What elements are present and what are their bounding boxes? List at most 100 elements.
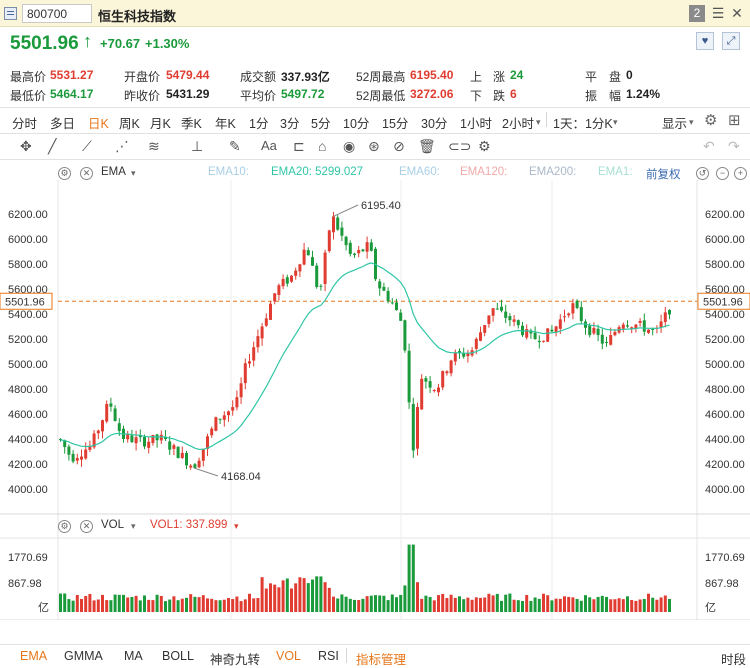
chevron-down-icon[interactable]: ▾ bbox=[131, 168, 136, 179]
plus-icon[interactable]: + bbox=[734, 167, 747, 180]
link-icon[interactable]: ⊛ bbox=[368, 138, 380, 155]
tab-ma[interactable]: MA bbox=[124, 649, 143, 663]
eye-icon[interactable]: ◉ bbox=[343, 138, 355, 155]
undo-icon[interactable]: ↶ bbox=[703, 138, 715, 155]
candle-body bbox=[491, 308, 495, 316]
vol-close-icon[interactable]: ✕ bbox=[80, 520, 93, 533]
brush-tool-icon[interactable]: ✎ bbox=[229, 138, 241, 155]
measure-tool-icon[interactable]: ⊥ bbox=[191, 138, 203, 155]
period-tab[interactable]: 1天：1分K bbox=[553, 113, 613, 132]
stat-value: 5464.17 bbox=[50, 87, 94, 101]
reset-icon[interactable]: ↺ bbox=[696, 167, 709, 180]
volume-bar bbox=[311, 579, 314, 612]
text-tool-icon[interactable]: Aa bbox=[261, 138, 277, 153]
symbol-input[interactable]: 800700 bbox=[22, 4, 92, 23]
chevron-down-icon[interactable]: ▾ bbox=[131, 521, 136, 532]
redo-icon[interactable]: ↷ bbox=[728, 138, 740, 155]
volume-bar bbox=[479, 597, 482, 612]
settings-icon[interactable]: ☰ bbox=[709, 4, 727, 22]
price-tick-right: 4800.00 bbox=[705, 384, 745, 396]
volume-bar bbox=[138, 600, 142, 612]
display-dropdown[interactable]: 显示 bbox=[662, 113, 687, 132]
price-tick-left: 5000.00 bbox=[8, 359, 48, 371]
chevron-down-icon[interactable]: ▾ bbox=[689, 117, 694, 128]
volume-bar bbox=[101, 594, 104, 612]
volume-bar bbox=[185, 597, 188, 612]
period-tab[interactable]: 5分 bbox=[311, 113, 330, 132]
volume-bar bbox=[424, 595, 428, 612]
tab-ema[interactable]: EMA bbox=[20, 649, 47, 663]
dropdown-icon[interactable]: ▾ bbox=[536, 117, 541, 128]
price-tick-right: 4600.00 bbox=[705, 409, 745, 421]
tab-gmma[interactable]: GMMA bbox=[64, 649, 103, 663]
compare-icon[interactable]: ⊂⊃ bbox=[448, 138, 471, 155]
period-tab-active[interactable]: 日K bbox=[88, 113, 109, 132]
minus-icon[interactable]: − bbox=[716, 167, 729, 180]
stat-value: 24 bbox=[510, 68, 524, 82]
candle-body bbox=[479, 332, 482, 341]
period-tab[interactable]: 10分 bbox=[343, 113, 369, 132]
fib-tool-icon[interactable]: ≋ bbox=[148, 138, 160, 155]
stat-value: 6195.40 bbox=[410, 68, 454, 82]
indicator-settings-icon[interactable]: ⚙ bbox=[58, 167, 71, 180]
period-tab[interactable]: 分时 bbox=[12, 113, 37, 132]
gear-icon[interactable]: ⚙ bbox=[704, 111, 717, 129]
dropdown-icon[interactable]: ▾ bbox=[234, 521, 239, 532]
period-tab[interactable]: 月K bbox=[150, 113, 171, 132]
candle-body bbox=[445, 371, 449, 374]
hide-icon[interactable]: ⊘ bbox=[393, 138, 405, 155]
volume-bar bbox=[500, 600, 503, 612]
settings-small-icon[interactable]: ⚙ bbox=[478, 138, 491, 155]
menu-icon[interactable] bbox=[4, 7, 17, 20]
tab-magic-nine[interactable]: 神奇九转 bbox=[210, 649, 260, 668]
indicator-manage-button[interactable]: 指标管理 bbox=[356, 649, 406, 668]
price-tick-right: 5800.00 bbox=[705, 259, 745, 271]
tab-boll[interactable]: BOLL bbox=[162, 649, 194, 663]
period-tab[interactable]: 季K bbox=[181, 113, 202, 132]
indicator-close-icon[interactable]: ✕ bbox=[80, 167, 93, 180]
tab-vol[interactable]: VOL bbox=[276, 649, 301, 663]
period-tab[interactable]: 15分 bbox=[382, 113, 408, 132]
trend-tool-icon[interactable]: ⟋ bbox=[82, 138, 92, 155]
candle-body bbox=[651, 328, 655, 330]
price-tick-left: 6200.00 bbox=[8, 209, 48, 221]
period-tab[interactable]: 周K bbox=[119, 113, 140, 132]
period-tab[interactable]: 2小时 bbox=[502, 113, 534, 132]
candle-body bbox=[67, 446, 71, 455]
period-tab[interactable]: 1分 bbox=[249, 113, 268, 132]
period-tab[interactable]: 30分 bbox=[421, 113, 447, 132]
crosshair-icon[interactable]: ✥ bbox=[20, 138, 32, 155]
price-tick-left: 4000.00 bbox=[8, 484, 48, 496]
candle-body bbox=[113, 408, 117, 421]
polyline-tool-icon[interactable]: ⋰ bbox=[115, 138, 129, 155]
volume-bar bbox=[558, 598, 562, 612]
indicator-name[interactable]: EMA bbox=[101, 166, 126, 178]
magnet-icon[interactable]: ⊏ bbox=[293, 138, 305, 155]
delete-icon[interactable]: 🗑 bbox=[418, 138, 436, 155]
expand-icon[interactable]: ⤢ bbox=[722, 32, 740, 50]
kline-chart[interactable]: 1770.69 1770.69 867.98 867.98 亿 亿 6200.00 6000… bbox=[0, 180, 750, 620]
vol-indicator-name[interactable]: VOL bbox=[101, 519, 124, 531]
window-count-badge[interactable]: 2 bbox=[689, 5, 705, 22]
candle-body bbox=[626, 325, 629, 327]
vol-settings-icon[interactable]: ⚙ bbox=[58, 520, 71, 533]
period-tab[interactable]: 多日 bbox=[50, 113, 75, 132]
tab-rsi[interactable]: RSI bbox=[318, 649, 339, 663]
candle-body bbox=[558, 319, 562, 329]
close-icon[interactable]: ✕ bbox=[728, 4, 746, 22]
volume-bar bbox=[218, 600, 222, 612]
favorite-heart-icon[interactable]: ♥ bbox=[696, 32, 714, 50]
price-change-percent: +1.30% bbox=[145, 36, 190, 51]
lock-icon[interactable]: ⌂ bbox=[318, 138, 326, 154]
line-tool-icon[interactable]: ╱ bbox=[48, 138, 56, 155]
candle-body bbox=[130, 435, 134, 443]
session-button[interactable]: 时段 bbox=[721, 649, 746, 668]
volume-bar bbox=[399, 594, 403, 612]
dropdown-icon[interactable]: ▾ bbox=[613, 117, 618, 128]
period-tab[interactable]: 3分 bbox=[280, 113, 299, 132]
period-tab[interactable]: 1小时 bbox=[460, 113, 492, 132]
period-tab[interactable]: 年K bbox=[215, 113, 236, 132]
layout-icon[interactable]: ⊞ bbox=[728, 111, 741, 129]
volume-bar bbox=[227, 598, 230, 612]
candle-body bbox=[390, 302, 394, 304]
